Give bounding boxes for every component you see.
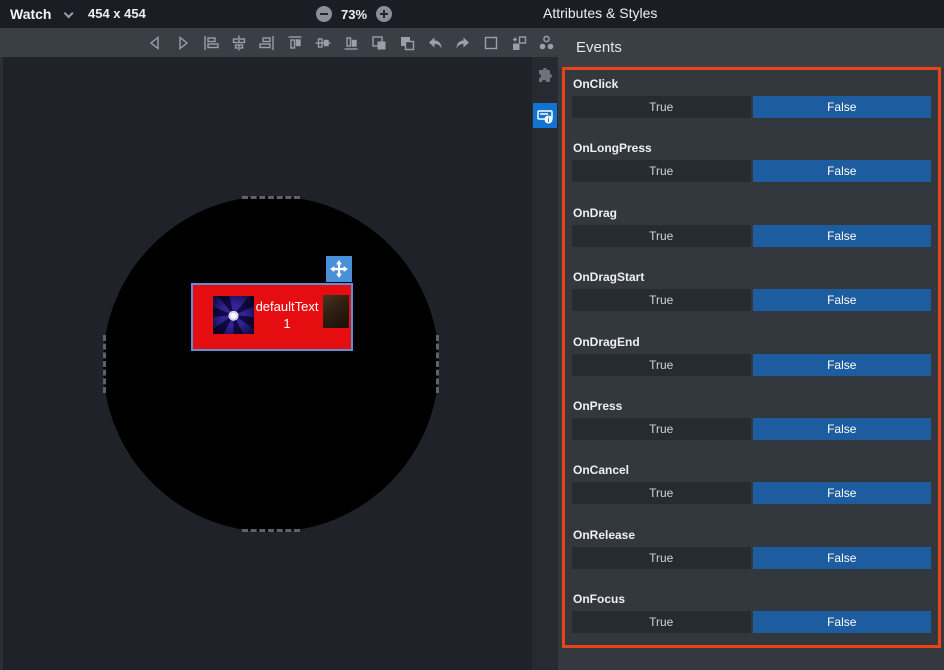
event-false-button[interactable]: False bbox=[753, 418, 932, 440]
zoom-level-label: 73% bbox=[341, 7, 367, 22]
event-true-button[interactable]: True bbox=[572, 289, 751, 311]
event-row: OnDragEnd True False bbox=[565, 335, 938, 392]
guide-dash-right bbox=[436, 335, 439, 393]
events-panel: OnClick True False OnLongPress True Fals… bbox=[562, 67, 941, 648]
redo-icon[interactable] bbox=[453, 33, 473, 52]
attributes-panel: Events OnClick True False OnLongPress Tr… bbox=[558, 28, 944, 670]
selected-widget[interactable]: defaultText 1 bbox=[191, 283, 353, 351]
guide-dash-bottom bbox=[242, 529, 300, 532]
bring-forward-icon[interactable] bbox=[369, 33, 389, 52]
event-false-button[interactable]: False bbox=[753, 96, 932, 118]
move-icon bbox=[328, 258, 350, 280]
event-name-label: OnRelease bbox=[573, 528, 938, 542]
event-name-label: OnLongPress bbox=[573, 141, 938, 155]
guide-dash-top bbox=[242, 196, 300, 199]
event-row: OnRelease True False bbox=[565, 528, 938, 585]
device-selector-label: Watch bbox=[10, 6, 51, 22]
align-right-icon[interactable] bbox=[257, 33, 277, 52]
attributes-styles-title: Attributes & Styles bbox=[543, 0, 657, 28]
align-bottom-icon[interactable] bbox=[341, 33, 361, 52]
event-true-button[interactable]: True bbox=[572, 354, 751, 376]
event-true-button[interactable]: True bbox=[572, 547, 751, 569]
event-name-label: OnCancel bbox=[573, 463, 938, 477]
group-icon[interactable] bbox=[509, 33, 529, 52]
event-name-label: OnDrag bbox=[573, 206, 938, 220]
event-row: OnClick True False bbox=[565, 77, 938, 134]
event-toggle: True False bbox=[572, 96, 931, 118]
event-true-button[interactable]: True bbox=[572, 225, 751, 247]
undo-icon[interactable] bbox=[425, 33, 445, 52]
event-row: OnDrag True False bbox=[565, 206, 938, 263]
event-false-button[interactable]: False bbox=[753, 354, 932, 376]
canvas-toolbar bbox=[0, 28, 558, 57]
canvas-dimensions-label: 454 x 454 bbox=[88, 0, 146, 28]
widget-info-icon[interactable]: i bbox=[533, 103, 557, 128]
next-icon[interactable] bbox=[173, 33, 193, 52]
event-true-button[interactable]: True bbox=[572, 482, 751, 504]
event-row: OnFocus True False bbox=[565, 592, 938, 648]
widget-image-right bbox=[323, 295, 349, 328]
hierarchy-icon[interactable] bbox=[536, 33, 556, 52]
event-row: OnDragStart True False bbox=[565, 270, 938, 327]
guide-dash-left bbox=[103, 335, 106, 393]
widget-text-line1: defaultText bbox=[251, 298, 323, 315]
event-toggle: True False bbox=[572, 611, 931, 633]
event-false-button[interactable]: False bbox=[753, 611, 932, 633]
event-row: OnPress True False bbox=[565, 399, 938, 456]
puzzle-icon[interactable] bbox=[536, 67, 554, 85]
top-bar: Watch 454 x 454 73% Attributes & Styles bbox=[0, 0, 944, 28]
event-true-button[interactable]: True bbox=[572, 611, 751, 633]
events-section-header: Events bbox=[558, 28, 944, 68]
align-top-icon[interactable] bbox=[285, 33, 305, 52]
watch-face-circle bbox=[103, 196, 439, 532]
event-false-button[interactable]: False bbox=[753, 482, 932, 504]
previous-icon[interactable] bbox=[145, 33, 165, 52]
event-toggle: True False bbox=[572, 289, 931, 311]
event-toggle: True False bbox=[572, 547, 931, 569]
event-name-label: OnDragStart bbox=[573, 270, 938, 284]
event-toggle: True False bbox=[572, 418, 931, 440]
design-canvas: defaultText 1 bbox=[0, 57, 532, 670]
event-toggle: True False bbox=[572, 160, 931, 182]
event-false-button[interactable]: False bbox=[753, 225, 932, 247]
event-toggle: True False bbox=[572, 225, 931, 247]
zoom-out-icon[interactable] bbox=[316, 6, 332, 22]
event-toggle: True False bbox=[572, 482, 931, 504]
event-name-label: OnFocus bbox=[573, 592, 938, 606]
event-row: OnCancel True False bbox=[565, 463, 938, 520]
zoom-controls: 73% bbox=[316, 0, 392, 28]
widget-image-left bbox=[213, 296, 254, 334]
event-true-button[interactable]: True bbox=[572, 160, 751, 182]
event-name-label: OnPress bbox=[573, 399, 938, 413]
panel-icon-strip: i bbox=[532, 57, 558, 670]
event-false-button[interactable]: False bbox=[753, 289, 932, 311]
event-toggle: True False bbox=[572, 354, 931, 376]
svg-text:i: i bbox=[548, 117, 550, 124]
move-handle[interactable] bbox=[326, 256, 352, 282]
align-left-icon[interactable] bbox=[201, 33, 221, 52]
app-window: Watch 454 x 454 73% Attributes & Styles bbox=[0, 0, 944, 670]
event-name-label: OnDragEnd bbox=[573, 335, 938, 349]
send-backward-icon[interactable] bbox=[397, 33, 417, 52]
event-true-button[interactable]: True bbox=[572, 418, 751, 440]
align-center-horizontal-icon[interactable] bbox=[229, 33, 249, 52]
marquee-select-icon[interactable] bbox=[481, 33, 501, 52]
align-middle-vertical-icon[interactable] bbox=[313, 33, 333, 52]
widget-text-line2: 1 bbox=[251, 315, 323, 332]
event-row: OnLongPress True False bbox=[565, 141, 938, 198]
event-name-label: OnClick bbox=[573, 77, 938, 91]
event-false-button[interactable]: False bbox=[753, 160, 932, 182]
chevron-down-icon bbox=[64, 8, 74, 18]
zoom-in-icon[interactable] bbox=[376, 6, 392, 22]
event-true-button[interactable]: True bbox=[572, 96, 751, 118]
event-false-button[interactable]: False bbox=[753, 547, 932, 569]
events-list: OnClick True False OnLongPress True Fals… bbox=[565, 77, 938, 648]
device-selector-dropdown[interactable]: Watch bbox=[10, 0, 70, 28]
widget-text: defaultText 1 bbox=[251, 298, 323, 332]
